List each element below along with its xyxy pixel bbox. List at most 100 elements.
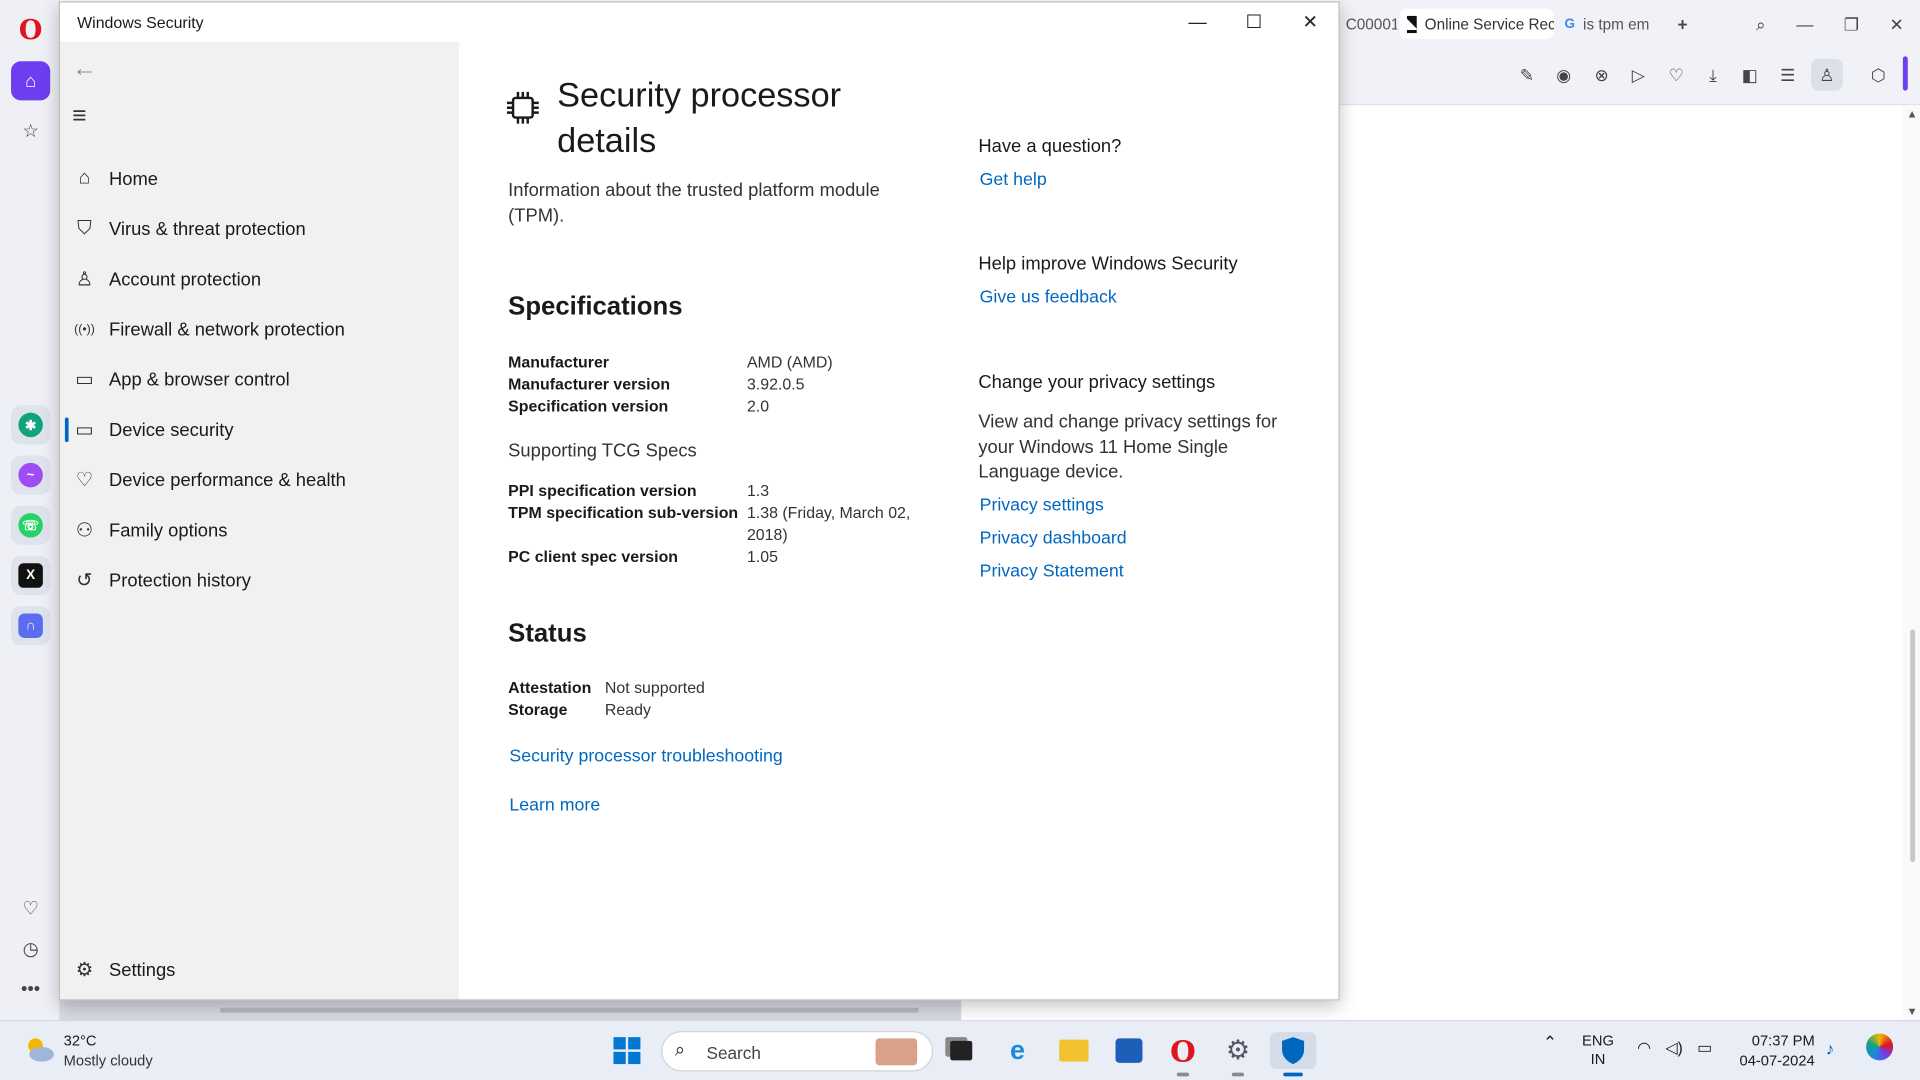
adblock-icon[interactable]: ⊗	[1586, 59, 1618, 91]
troubleshooting-link[interactable]: Security processor troubleshooting	[509, 747, 782, 767]
battery-icon[interactable]: ▭	[1697, 1038, 1712, 1058]
opera-logo-icon[interactable]: O	[11, 11, 50, 50]
browser-toolbar: C00001 ◣ Online Service Rec G is tpm em …	[1338, 0, 1920, 106]
copilot-icon[interactable]	[1866, 1033, 1894, 1061]
battery-saver-icon[interactable]: ◧	[1734, 59, 1766, 91]
privacy-statement-link[interactable]: Privacy Statement	[980, 562, 1124, 582]
extensions-cube-icon[interactable]: ⬡	[1862, 59, 1894, 91]
browser-page	[1338, 105, 1920, 1021]
family-icon: ⚇	[75, 520, 94, 542]
opera-taskbar-icon[interactable]: O	[1164, 1032, 1201, 1069]
get-help-link[interactable]: Get help	[980, 170, 1047, 190]
shield-icon: ⛉	[77, 217, 92, 239]
feedback-link[interactable]: Give us feedback	[980, 288, 1117, 308]
more-dots-icon[interactable]: •••	[11, 969, 50, 1008]
nav-item-device-performance-health[interactable]: ♡ Device performance & health	[60, 456, 459, 505]
title-bar[interactable]: Windows Security — ☐ ✕	[60, 2, 1339, 42]
main-content: Security processor details Information a…	[459, 41, 1339, 1000]
nav-item-device-security[interactable]: ▭ Device security	[60, 405, 459, 454]
amd-favicon-icon: ◣	[1406, 15, 1418, 33]
settings-sliders-icon[interactable]: ☰	[1772, 59, 1804, 91]
microsoft-store-icon[interactable]	[1111, 1032, 1148, 1069]
download-icon[interactable]: ⤓	[1697, 59, 1729, 91]
heart-icon[interactable]: ♡	[1660, 59, 1692, 91]
browser-scrollbar[interactable]: ▲ ▼	[1902, 105, 1920, 1021]
windows-start-icon[interactable]	[609, 1032, 646, 1069]
heart-pulse-icon: ♡	[75, 470, 94, 492]
clock[interactable]: 07:37 PM 04-07-2024	[1740, 1031, 1815, 1070]
history-icon: ↺	[76, 570, 93, 592]
nav-item-home[interactable]: ⌂ Home	[60, 154, 459, 203]
browser-tab[interactable]: C00001	[1338, 9, 1397, 40]
close-icon[interactable]: ✕	[1881, 9, 1913, 41]
nav-item-virus-threat-protection[interactable]: ⛉ Virus & threat protection	[60, 204, 459, 253]
play-icon[interactable]: ▷	[1622, 59, 1654, 91]
browser-tab[interactable]: G is tpm em	[1556, 9, 1656, 40]
person-icon: ♙	[75, 269, 94, 291]
nav-item-settings[interactable]: ⚙ Settings	[60, 945, 459, 994]
chatgpt-icon[interactable]: ✱	[11, 405, 51, 445]
weather-temp: 32°C	[63, 1032, 97, 1050]
minimize-icon[interactable]: —	[1789, 9, 1821, 41]
search-icon[interactable]: ⌕	[1745, 9, 1777, 41]
privacy-dashboard-link[interactable]: Privacy dashboard	[980, 529, 1127, 549]
language-indicator[interactable]: ENG IN	[1582, 1032, 1614, 1069]
music-player-icon[interactable]: ∩	[11, 606, 51, 646]
new-tab-plus-icon[interactable]: +	[1667, 9, 1699, 41]
file-explorer-icon[interactable]	[1056, 1032, 1093, 1069]
nav-item-protection-history[interactable]: ↺ Protection history	[60, 556, 459, 605]
maximize-button[interactable]: ☐	[1226, 2, 1282, 41]
messenger-icon[interactable]: ~	[11, 455, 51, 495]
clock-history-icon[interactable]: ◷	[11, 929, 50, 968]
page-title: Security processor details	[557, 75, 842, 160]
scroll-up-icon[interactable]: ▲	[1907, 108, 1918, 120]
x-twitter-icon[interactable]: X	[11, 555, 51, 596]
hamburger-menu-icon[interactable]: ≡	[72, 103, 86, 131]
volume-icon[interactable]: ◁)	[1665, 1038, 1683, 1058]
taskbar-search[interactable]: ⌕ Search	[661, 1031, 934, 1072]
notification-bell-icon[interactable]: ♪	[1826, 1038, 1835, 1058]
minimize-button[interactable]: —	[1169, 2, 1225, 41]
status-heading: Status	[508, 619, 587, 648]
chip-processor-icon	[506, 91, 539, 124]
copilot-edge-icon[interactable]: e	[999, 1032, 1036, 1069]
search-highlight-image	[875, 1038, 918, 1066]
heart-icon[interactable]: ♡	[11, 889, 50, 928]
wifi-icon[interactable]: ◠	[1637, 1038, 1651, 1058]
home-icon: ⌂	[78, 167, 91, 189]
privacy-heading: Change your privacy settings	[978, 372, 1216, 394]
improve-heading: Help improve Windows Security	[978, 253, 1238, 275]
close-button[interactable]: ✕	[1282, 2, 1338, 41]
star-icon[interactable]: ☆	[11, 111, 50, 150]
home-icon[interactable]: ⌂	[11, 61, 51, 101]
google-favicon-icon: G	[1564, 16, 1575, 32]
task-view-icon[interactable]	[943, 1032, 980, 1069]
background-scrollbar	[60, 1000, 962, 1021]
learn-more-link[interactable]: Learn more	[509, 796, 600, 816]
weather-desc: Mostly cloudy	[63, 1051, 153, 1069]
chevron-up-icon[interactable]: ⌃	[1543, 1032, 1557, 1053]
nav-item-app-browser-control[interactable]: ▭ App & browser control	[60, 355, 459, 404]
taskbar: 32°C Mostly cloudy ⌕ Search e O ⚙ ⌃ ENG …	[0, 1020, 1920, 1080]
nav-item-firewall-network-protection[interactable]: ((•)) Firewall & network protection	[60, 305, 459, 354]
camera-icon[interactable]: ◉	[1548, 59, 1580, 91]
profile-icon[interactable]: ♙	[1811, 58, 1843, 91]
screen: O ⌂ ☆ ✱ ~ ☏ X ∩ ♡ ◷ ••• C00001 ◣ Online …	[0, 0, 1920, 1080]
nav-item-account-protection[interactable]: ♙ Account protection	[60, 255, 459, 304]
scroll-down-icon[interactable]: ▼	[1907, 1005, 1918, 1017]
scroll-thumb[interactable]	[1910, 629, 1916, 863]
privacy-settings-link[interactable]: Privacy settings	[980, 496, 1104, 516]
tcg-specs-heading: Supporting TCG Specs	[508, 440, 697, 462]
windows-security-window: Windows Security — ☐ ✕ ← ≡ ⌂ Home ⛉ Viru…	[58, 1, 1340, 1001]
restore-icon[interactable]: ❐	[1836, 9, 1868, 41]
navigation-pane: ← ≡ ⌂ Home ⛉ Virus & threat protection ♙…	[60, 41, 460, 1000]
settings-gear-icon[interactable]: ⚙	[1220, 1032, 1257, 1069]
back-arrow-icon[interactable]: ←	[72, 55, 96, 83]
whatsapp-icon[interactable]: ☏	[11, 505, 51, 545]
windows-security-shield-icon[interactable]	[1269, 1032, 1317, 1069]
edit-icon[interactable]: ✎	[1511, 59, 1543, 91]
weather-cloud-icon[interactable]	[22, 1032, 56, 1066]
browser-tab-active[interactable]: ◣ Online Service Rec	[1399, 8, 1554, 40]
question-heading: Have a question?	[978, 135, 1122, 157]
nav-item-family-options[interactable]: ⚇ Family options	[60, 506, 459, 555]
